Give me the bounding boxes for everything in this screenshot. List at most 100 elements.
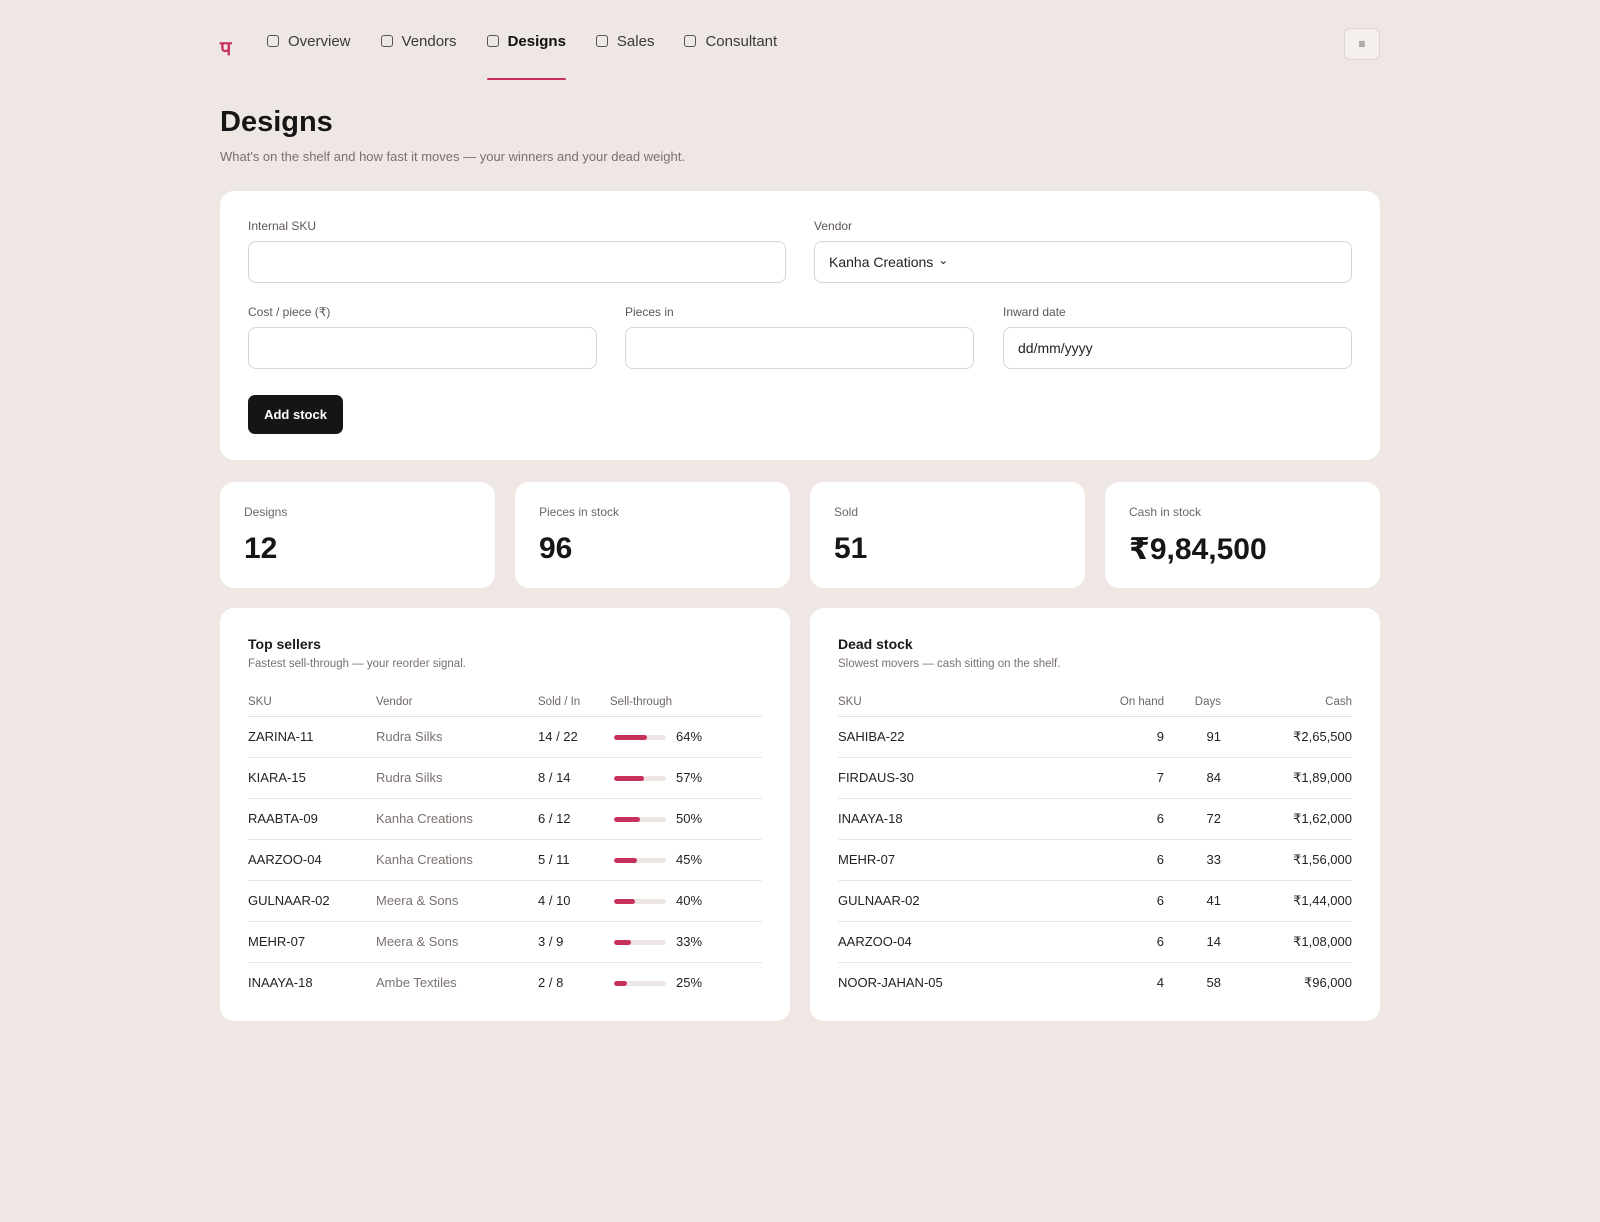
col-sku: SKU (248, 696, 272, 708)
table-row[interactable]: GULNAAR-02 Meera & Sons 4 / 10 40% (248, 881, 762, 922)
stat-card-designs: Designs 12 (220, 482, 495, 588)
tab-consultant[interactable]: Consultant (684, 22, 777, 60)
table-row[interactable]: ZARINA-11 Rudra Silks 14 / 22 64% (248, 717, 762, 758)
tab-sales[interactable]: Sales (595, 22, 654, 60)
top-sellers-card: Top sellers Fastest sell-through — your … (220, 608, 790, 1021)
dead-stock-rows: SAHIBA-22 9 91 ₹2,65,500 FIRDAUS-30 7 84 ₹1,89,… (838, 717, 1352, 1003)
cost-label: Cost / piece (₹) (248, 305, 331, 319)
sku-cell: FIRDAUS-30 (838, 770, 914, 785)
vendor-cell: Rudra Silks (376, 729, 443, 744)
table-row[interactable]: GULNAAR-02 6 41 ₹1,44,000 (838, 881, 1352, 922)
cash-cell: ₹1,62,000 (1293, 811, 1352, 826)
sku-cell: ZARINA-11 (248, 729, 314, 744)
internal-sku-label: Internal SKU (248, 219, 317, 233)
sold-in-cell: 8 / 14 (538, 770, 571, 785)
sku-cell: MEHR-07 (248, 934, 306, 949)
add-stock-button[interactable]: Add stock (248, 395, 343, 434)
sku-cell: KIARA-15 (248, 770, 306, 785)
col-cash: Cash (1325, 696, 1352, 708)
cash-cell: ₹1,56,000 (1293, 852, 1352, 867)
sell-through-fill (614, 817, 640, 822)
checkbox-icon (684, 35, 697, 47)
sku-cell: MEHR-07 (838, 852, 896, 867)
dead-stock-subtitle: Slowest movers — cash sitting on the she… (838, 658, 1061, 670)
days-cell: 58 (1206, 975, 1221, 990)
sell-through-bar (614, 817, 666, 822)
sell-through-bar (614, 981, 666, 986)
internal-sku-input[interactable] (248, 241, 786, 283)
table-row[interactable]: INAAYA-18 Ambe Textiles 2 / 8 25% (248, 963, 762, 1003)
cash-cell: ₹96,000 (1303, 975, 1352, 990)
col-days: Days (1194, 696, 1221, 708)
sell-through-pct: 33% (676, 934, 703, 949)
top-sellers-title: Top sellers (248, 636, 321, 652)
vendor-cell: Kanha Creations (376, 811, 473, 826)
sell-through-pct: 40% (676, 893, 703, 908)
sku-cell: INAAYA-18 (838, 811, 903, 826)
sold-in-cell: 4 / 10 (538, 893, 571, 908)
stat-card-sold: Sold 51 (810, 482, 1085, 588)
stat-value: 96 (539, 532, 573, 565)
vendor-cell: Kanha Creations (376, 852, 473, 867)
vendor-cell: Ambe Textiles (376, 975, 457, 990)
sold-in-cell: 6 / 12 (538, 811, 571, 826)
sell-through-fill (614, 899, 635, 904)
tab-designs[interactable]: Designs (486, 22, 567, 80)
tab-overview[interactable]: Overview (267, 22, 351, 60)
table-row[interactable]: SAHIBA-22 9 91 ₹2,65,500 (838, 717, 1352, 758)
add-stock-form: Internal SKU Vendor Kanha Creations ⌄ Co… (220, 191, 1380, 460)
table-row[interactable]: NOOR-JAHAN-05 4 58 ₹96,000 (838, 963, 1352, 1003)
table-row[interactable]: FIRDAUS-30 7 84 ₹1,89,000 (838, 758, 1352, 799)
on-hand-cell: 7 (1156, 770, 1164, 785)
vendor-cell: Meera & Sons (376, 934, 459, 949)
sell-through-bar (614, 899, 666, 904)
pieces-input[interactable] (625, 327, 974, 369)
sku-cell: GULNAAR-02 (838, 893, 920, 908)
sold-in-cell: 5 / 11 (538, 852, 570, 867)
sell-through-pct: 45% (676, 852, 703, 867)
table-row[interactable]: MEHR-07 Meera & Sons 3 / 9 33% (248, 922, 762, 963)
table-row[interactable]: INAAYA-18 6 72 ₹1,62,000 (838, 799, 1352, 840)
sell-through-fill (614, 981, 627, 986)
table-row[interactable]: RAABTA-09 Kanha Creations 6 / 12 50% (248, 799, 762, 840)
table-row[interactable]: AARZOO-04 6 14 ₹1,08,000 (838, 922, 1352, 963)
sold-in-cell: 14 / 22 (538, 729, 578, 744)
stat-label: Sold (834, 505, 859, 519)
cash-cell: ₹2,65,500 (1293, 729, 1352, 744)
vendor-select[interactable]: Kanha Creations ⌄ (814, 241, 1352, 283)
stat-label: Pieces in stock (539, 505, 620, 519)
checkbox-icon (267, 35, 279, 47)
nav-tabs: Overview Vendors Designs Sales Consultan… (267, 22, 807, 80)
checkbox-icon (380, 35, 393, 47)
table-row[interactable]: KIARA-15 Rudra Silks 8 / 14 57% (248, 758, 762, 799)
hamburger-icon: ≡ (1358, 37, 1366, 51)
menu-button[interactable]: ≡ (1344, 28, 1380, 60)
table-row[interactable]: MEHR-07 6 33 ₹1,56,000 (838, 840, 1352, 881)
sell-through-pct: 57% (676, 770, 703, 785)
inward-date-input[interactable]: dd/mm/yyyy (1003, 327, 1352, 369)
on-hand-cell: 6 (1156, 893, 1164, 908)
stat-value: ₹9,84,500 (1129, 533, 1267, 566)
days-cell: 91 (1206, 729, 1221, 744)
inward-date-label: Inward date (1003, 305, 1066, 319)
tab-label: Overview (288, 32, 351, 50)
top-sellers-subtitle: Fastest sell-through — your reorder sign… (248, 658, 466, 670)
vendor-selected-value: Kanha Creations (829, 254, 934, 270)
table-row[interactable]: AARZOO-04 Kanha Creations 5 / 11 45% (248, 840, 762, 881)
vendor-cell: Rudra Silks (376, 770, 443, 785)
sell-through-fill (614, 776, 644, 781)
tab-vendors[interactable]: Vendors (380, 22, 457, 60)
sku-cell: SAHIBA-22 (838, 729, 905, 744)
dead-stock-title: Dead stock (838, 636, 913, 652)
on-hand-cell: 6 (1156, 852, 1164, 867)
page-title: Designs (220, 106, 333, 138)
top-nav: प Overview Vendors Designs Sales Consult… (220, 22, 1380, 80)
dead-stock-card: Dead stock Slowest movers — cash sitting… (810, 608, 1380, 1021)
chevron-down-icon: ⌄ (938, 253, 949, 267)
pieces-label: Pieces in (625, 305, 674, 319)
sku-cell: AARZOO-04 (248, 852, 322, 867)
stat-card-pieces: Pieces in stock 96 (515, 482, 790, 588)
cost-input[interactable] (248, 327, 597, 369)
brand-logo[interactable]: प (220, 34, 231, 61)
sku-cell: INAAYA-18 (248, 975, 313, 990)
